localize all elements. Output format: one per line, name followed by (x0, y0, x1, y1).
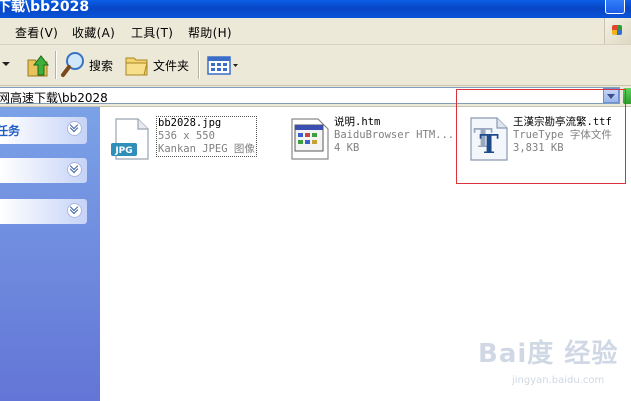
file-meta: bb2028.jpg 536 x 550 Kankan JPEG 图像 (156, 116, 257, 157)
file-size: Kankan JPEG 图像 (158, 143, 255, 155)
task-panel-other[interactable] (0, 158, 87, 183)
windows-logo-icon (604, 18, 631, 44)
file-meta: 说明.htm BaiduBrowser HTM... 4 KB (334, 116, 454, 155)
highlight-annotation-box (456, 89, 626, 184)
task-panel-tasks[interactable]: 任务 (0, 117, 87, 144)
baidu-watermark: Bai度 经验 jingyan.baidu.com (478, 333, 628, 398)
file-name: 说明.htm (334, 116, 381, 128)
window-control-button[interactable] (605, 0, 625, 14)
search-icon (61, 52, 84, 77)
toolbar-separator (55, 51, 56, 79)
search-button[interactable]: 搜索 (60, 50, 120, 80)
views-icon (207, 56, 238, 75)
search-label: 搜索 (89, 59, 114, 73)
file-name: bb2028.jpg (158, 117, 222, 129)
file-item-jpg[interactable]: JPG bb2028.jpg 536 x 550 Kankan JPEG 图像 (108, 115, 268, 175)
html-file-icon (291, 118, 329, 160)
file-size: 4 KB (334, 142, 360, 154)
chevron-down-icon[interactable] (67, 203, 82, 218)
up-folder-icon (27, 55, 50, 77)
chevron-down-icon[interactable] (67, 162, 82, 177)
title-bar: 下载\bb2028 (0, 0, 631, 18)
folder-icon (125, 57, 148, 76)
menu-favorites[interactable]: 收藏(A) (72, 24, 115, 41)
menu-bar: 查看(V) 收藏(A) 工具(T) 帮助(H) (0, 18, 631, 45)
watermark-brand: Bai度 经验 (478, 339, 619, 369)
file-item-htm[interactable]: 说明.htm BaiduBrowser HTM... 4 KB (286, 115, 456, 175)
task-panel-title: 任务 (0, 124, 21, 138)
toolbar: 搜索 文件夹 (0, 45, 631, 86)
menu-tools[interactable]: 工具(T) (131, 24, 173, 41)
back-dropdown-arrow-icon[interactable] (0, 50, 16, 80)
window-title: 下载\bb2028 (0, 0, 90, 15)
file-type: 536 x 550 (158, 130, 215, 142)
folders-button[interactable]: 文件夹 (124, 50, 194, 80)
chevron-down-icon[interactable] (67, 121, 82, 136)
jpg-badge-text: JPG (114, 146, 132, 156)
toolbar-separator (198, 51, 199, 79)
address-path: 网高速下载\bb2028 (0, 91, 108, 105)
file-type: BaiduBrowser HTM... (334, 129, 455, 141)
up-folder-button[interactable] (26, 50, 50, 80)
menu-help[interactable]: 帮助(H) (188, 24, 232, 41)
task-panel-details[interactable] (0, 199, 87, 224)
watermark-url: jingyan.baidu.com (512, 375, 605, 386)
menu-view[interactable]: 查看(V) (15, 24, 58, 41)
views-button[interactable] (205, 50, 241, 80)
task-pane: 任务 (0, 107, 100, 401)
folders-label: 文件夹 (153, 59, 190, 73)
file-list: JPG bb2028.jpg 536 x 550 Kankan JPEG 图像 … (100, 89, 631, 401)
jpg-file-icon: JPG (111, 118, 149, 160)
